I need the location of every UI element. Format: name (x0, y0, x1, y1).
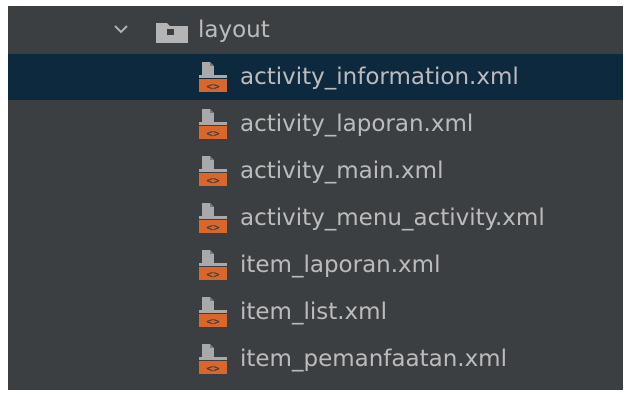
svg-text:<>: <> (206, 221, 220, 234)
xml-layout-file-icon: <> (199, 250, 227, 281)
file-label: item_pemanfaatan.xml (240, 346, 507, 372)
folder-label: layout (198, 17, 270, 43)
tree-file-item[interactable]: <> item_pemanfaatan.xml (8, 336, 623, 382)
tree-file-item[interactable]: <> item_list.xml (8, 289, 623, 335)
svg-text:<>: <> (206, 80, 220, 93)
file-label: activity_laporan.xml (240, 111, 474, 137)
xml-layout-file-icon: <> (199, 62, 227, 93)
xml-layout-file-icon: <> (199, 344, 227, 375)
folder-icon (156, 23, 188, 43)
svg-text:<>: <> (206, 362, 220, 375)
chevron-down-icon[interactable] (112, 20, 130, 38)
svg-text:<>: <> (206, 315, 220, 328)
tree-file-item[interactable]: <> activity_main.xml (8, 148, 623, 194)
svg-text:<>: <> (206, 127, 220, 140)
file-label: item_laporan.xml (240, 252, 441, 278)
xml-layout-file-icon: <> (199, 156, 227, 187)
tree-folder-layout[interactable]: layout (8, 6, 623, 54)
tree-file-item[interactable]: <> item_laporan.xml (8, 242, 623, 288)
svg-text:<>: <> (206, 268, 220, 281)
tree-file-item[interactable]: <> activity_laporan.xml (8, 101, 623, 147)
file-label: activity_main.xml (240, 158, 444, 184)
xml-layout-file-icon: <> (199, 109, 227, 140)
file-label: item_list.xml (240, 299, 387, 325)
tree-file-item[interactable]: <> activity_menu_activity.xml (8, 195, 623, 241)
tree-file-item[interactable]: <> activity_information.xml (8, 54, 623, 100)
xml-layout-file-icon: <> (199, 203, 227, 234)
file-label: activity_menu_activity.xml (240, 205, 545, 231)
file-label: activity_information.xml (240, 64, 519, 90)
project-tree-panel: layout <> activity_information.xml <> ac… (8, 6, 623, 390)
svg-text:<>: <> (206, 174, 220, 187)
xml-layout-file-icon: <> (199, 297, 227, 328)
